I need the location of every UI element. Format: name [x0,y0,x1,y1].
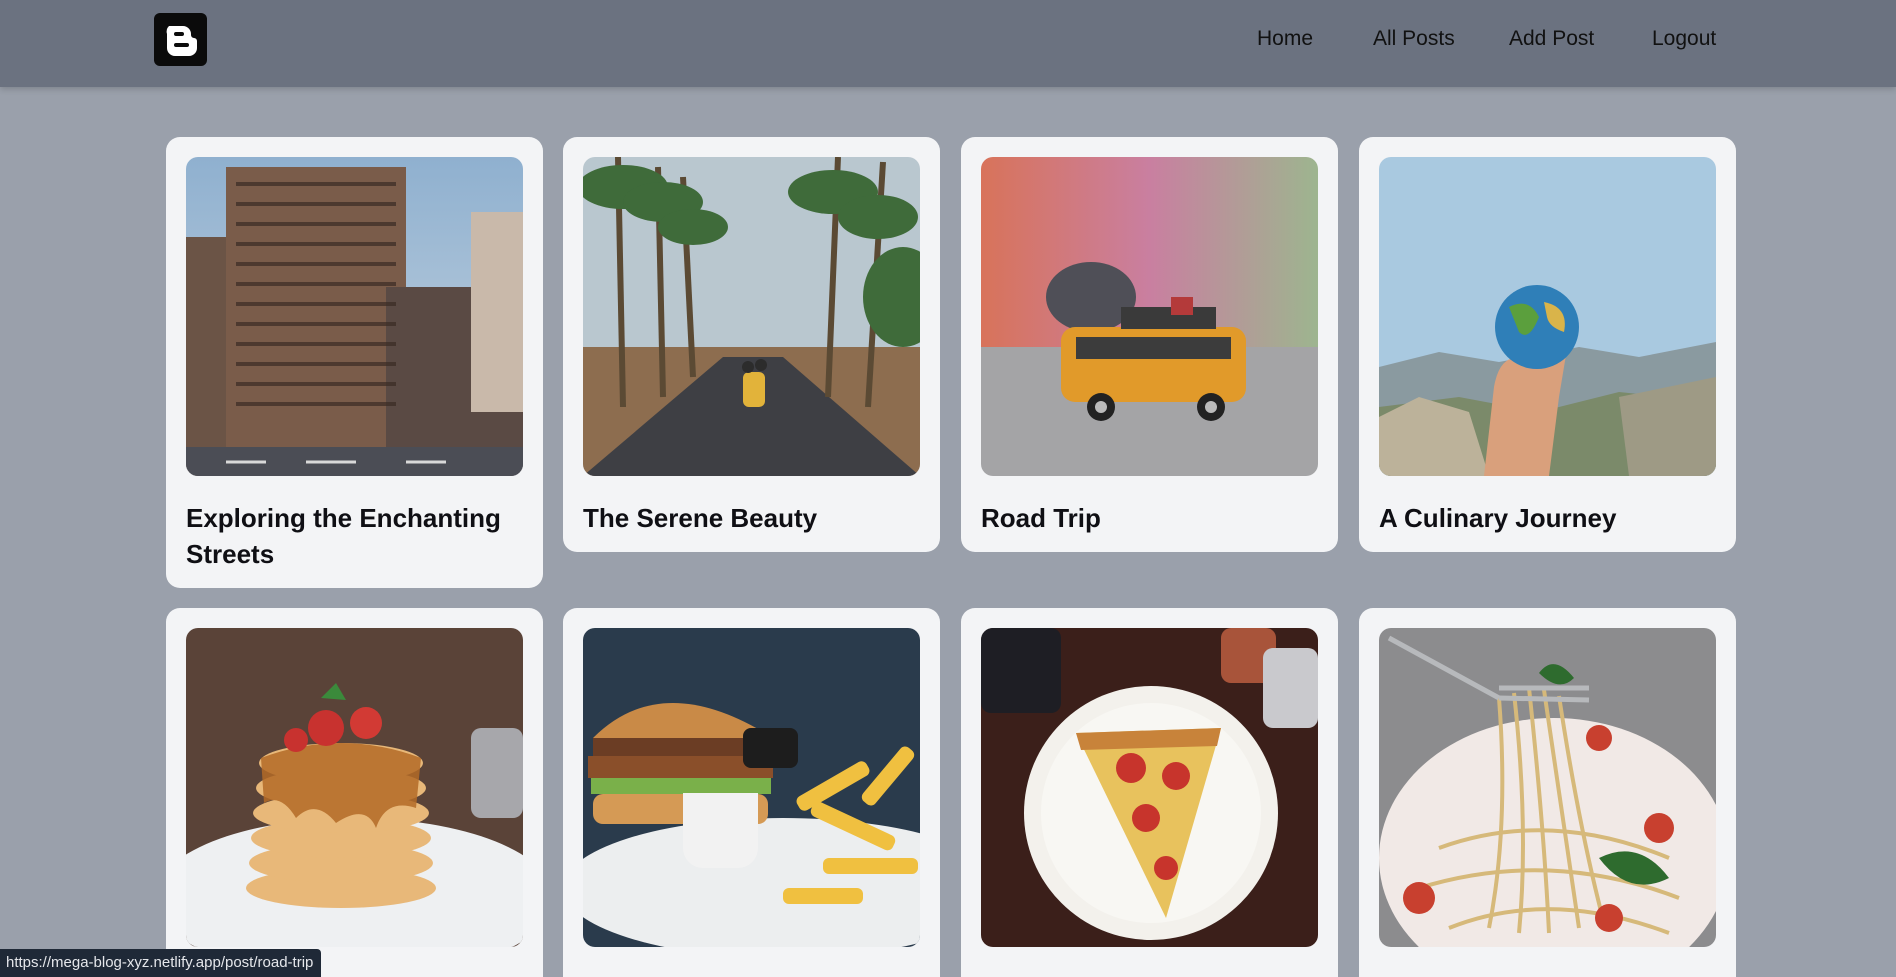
post-card[interactable] [961,608,1338,977]
post-card[interactable]: Exploring the Enchanting Streets [166,137,543,588]
main-nav: Home All Posts Add Post Logout [0,0,1896,83]
nav-home[interactable]: Home [1257,27,1313,51]
palm-road-scooter-photo [583,157,920,476]
link-status-bar: https://mega-blog-xyz.netlify.app/post/r… [0,949,322,977]
post-title[interactable]: Exploring the Enchanting Streets [186,500,523,572]
nav-add-post[interactable]: Add Post [1509,27,1594,51]
post-title[interactable]: Road Trip [981,500,1318,536]
post-title[interactable]: The Serene Beauty [583,500,920,536]
post-card[interactable]: A Culinary Journey [1359,137,1736,552]
post-card[interactable] [166,608,543,977]
burger-fries-photo [583,628,920,947]
post-card[interactable] [563,608,940,977]
city-buildings-photo [186,157,523,476]
post-card[interactable]: The Serene Beauty [563,137,940,552]
nav-logout[interactable]: Logout [1652,27,1716,51]
post-card[interactable] [1359,608,1736,977]
pancakes-photo [186,628,523,947]
toy-van-photo [981,157,1318,476]
pizza-slice-photo [981,628,1318,947]
nav-all-posts[interactable]: All Posts [1373,27,1455,51]
hand-globe-photo [1379,157,1716,476]
navbar: Home All Posts Add Post Logout [0,0,1896,87]
post-card[interactable]: Road Trip [961,137,1338,552]
spaghetti-photo [1379,628,1716,947]
post-title[interactable]: A Culinary Journey [1379,500,1716,536]
